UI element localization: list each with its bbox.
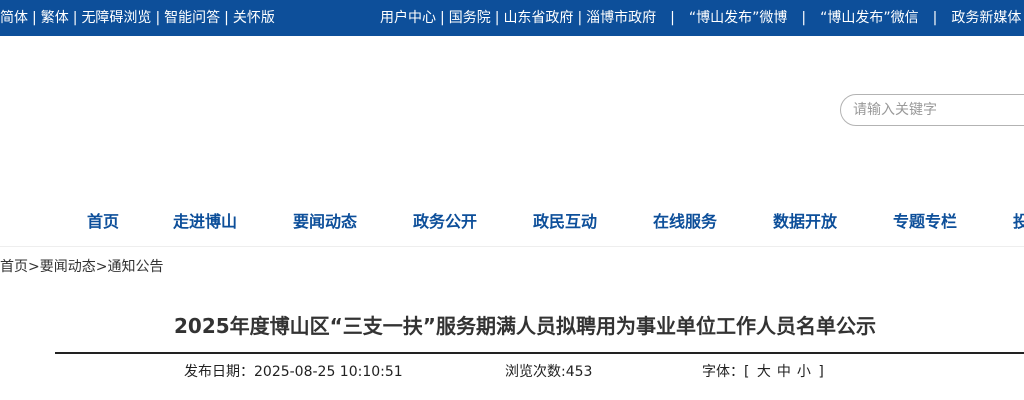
view-count-label: 浏览次数: — [505, 364, 566, 380]
search-input[interactable] — [853, 101, 1023, 119]
link-boshan-weibo[interactable]: “博山发布”微博 — [689, 10, 788, 26]
breadcrumb-news[interactable]: 要闻动态 — [40, 259, 96, 275]
link-shandong-gov[interactable]: 山东省政府 — [503, 10, 573, 26]
font-size-label: 字体： — [702, 364, 744, 380]
link-accessibility[interactable]: 无障碍浏览 — [81, 10, 151, 26]
separator: | — [72, 10, 78, 26]
separator: | — [577, 10, 583, 26]
publish-date: 发布日期：2025-08-25 10:10:51 — [184, 361, 403, 381]
view-count: 浏览次数:453 — [505, 361, 592, 381]
top-bar-left: 简体 | 繁体 | 无障碍浏览 | 智能问答 | 关怀版 — [0, 0, 275, 36]
breadcrumb-separator: > — [95, 259, 108, 275]
search-box — [840, 94, 1024, 126]
nav-item-special-topics[interactable]: 专题专栏 — [893, 208, 957, 232]
link-boshan-wechat[interactable]: “博山发布”微信 — [820, 10, 919, 26]
link-simplified[interactable]: 简体 — [0, 10, 28, 26]
breadcrumb-home[interactable]: 首页 — [0, 259, 28, 275]
separator: | — [670, 10, 675, 26]
separator: | — [494, 10, 500, 26]
top-bar: 简体 | 繁体 | 无障碍浏览 | 智能问答 | 关怀版 用户中心 | 国务院 | 山东省政府 | 淄博市政… — [0, 0, 1024, 36]
link-traditional[interactable]: 繁体 — [41, 10, 69, 26]
separator: | — [440, 10, 445, 26]
title-rule — [55, 352, 1024, 354]
nav-item-gov-disclosure[interactable]: 政务公开 — [413, 208, 477, 232]
main-nav: 首页 走进博山 要闻动态 政务公开 政民互动 在线服务 数据开放 专题专栏 投资… — [0, 200, 1024, 240]
separator: | — [155, 10, 161, 26]
separator: | — [801, 10, 807, 26]
font-bracket-close: ] — [818, 364, 824, 380]
separator: | — [224, 10, 229, 26]
nav-item-interaction[interactable]: 政民互动 — [533, 208, 597, 232]
separator: | — [932, 10, 938, 26]
nav-item-home[interactable]: 首页 — [87, 208, 119, 232]
font-size-small-button[interactable]: 小 — [794, 364, 814, 380]
font-bracket-open: [ — [744, 364, 750, 380]
nav-divider — [0, 246, 1024, 247]
nav-item-open-data[interactable]: 数据开放 — [773, 208, 837, 232]
top-bar-right: 用户中心 | 国务院 | 山东省政府 | 淄博市政府 | “博山发布”微博 | “博山发布”微信 | 政… — [380, 0, 1021, 36]
link-care-version[interactable]: 关怀版 — [233, 10, 275, 26]
view-count-value: 453 — [565, 364, 593, 380]
nav-item-invest[interactable]: 投资博山 — [1013, 208, 1024, 232]
nav-item-online-service[interactable]: 在线服务 — [653, 208, 717, 232]
link-zibo-gov[interactable]: 淄博市政府 — [586, 10, 656, 26]
link-gov-new-media[interactable]: 政务新媒体 — [951, 10, 1021, 26]
publish-date-value: 2025-08-25 10:10:51 — [254, 364, 403, 380]
breadcrumb: 首页>要闻动态>通知公告 — [0, 256, 163, 276]
breadcrumb-separator: > — [28, 259, 40, 275]
link-smart-qa[interactable]: 智能问答 — [164, 10, 220, 26]
article-title: 2025年度博山区“三支一扶”服务期满人员拟聘用为事业单位工作人员名单公示 — [174, 314, 876, 338]
link-user-center[interactable]: 用户中心 — [380, 10, 436, 26]
nav-item-news[interactable]: 要闻动态 — [293, 208, 357, 232]
nav-item-about-boshan[interactable]: 走进博山 — [173, 208, 237, 232]
link-state-council[interactable]: 国务院 — [449, 10, 491, 26]
font-size-control: 字体：[ 大中小 ] — [702, 361, 824, 381]
font-size-medium-button[interactable]: 中 — [774, 364, 794, 380]
breadcrumb-notices[interactable]: 通知公告 — [107, 259, 163, 275]
separator: | — [32, 10, 37, 26]
font-size-large-button[interactable]: 大 — [754, 364, 774, 380]
publish-date-label: 发布日期： — [184, 364, 254, 380]
